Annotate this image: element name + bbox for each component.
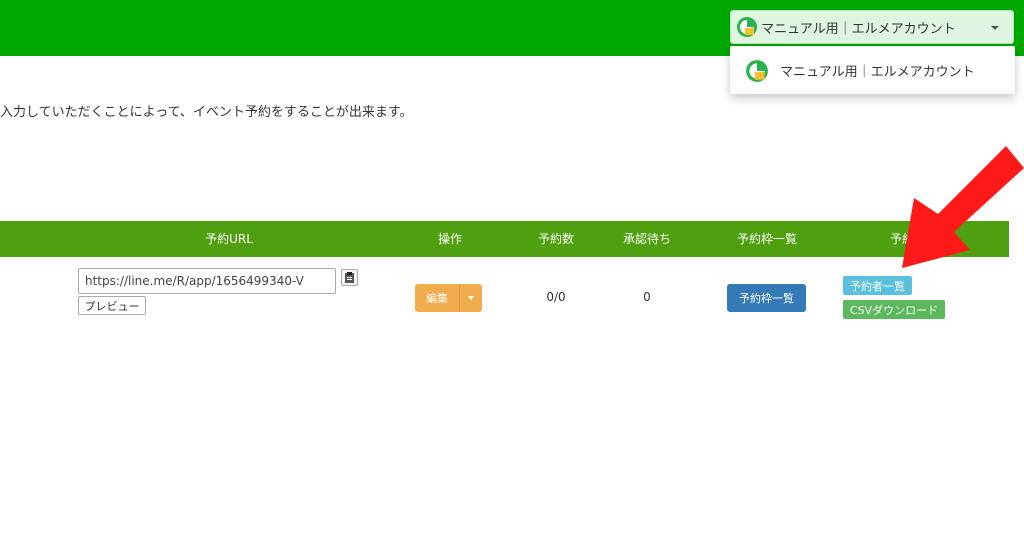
- column-header-actions: 操作: [437, 232, 463, 246]
- slot-list-button[interactable]: 予約枠一覧: [727, 284, 806, 312]
- pending-count: 0: [643, 290, 651, 304]
- reservers-list-button[interactable]: 予約者一覧: [843, 276, 912, 295]
- preview-button[interactable]: プレビュー: [78, 296, 146, 315]
- chevron-down-icon: [991, 26, 999, 30]
- edit-button-group: 編集: [415, 284, 482, 312]
- column-header-reservations: 予約数: [537, 232, 575, 246]
- edit-button[interactable]: 編集: [415, 284, 460, 312]
- copy-url-button[interactable]: [341, 269, 358, 286]
- reservation-url-input[interactable]: https://line.me/R/app/1656499340-V: [78, 268, 336, 294]
- brand-logo-icon: [746, 60, 768, 82]
- account-dropdown-item[interactable]: マニュアル用｜エルメアカウント: [730, 46, 1015, 94]
- reservation-count: 0/0: [546, 290, 566, 304]
- account-dropdown-menu: マニュアル用｜エルメアカウント: [730, 46, 1015, 94]
- account-dropdown-item-label: マニュアル用｜エルメアカウント: [780, 64, 975, 80]
- account-switcher-button[interactable]: マニュアル用｜エルメアカウント: [730, 10, 1014, 44]
- table-header: 予約URL 操作 予約数 承認待ち 予約枠一覧 予約: [0, 221, 1009, 257]
- csv-download-button[interactable]: CSVダウンロード: [843, 300, 945, 319]
- brand-logo-icon: [737, 17, 757, 37]
- page-description: 入力していただくことによって、イベント予約をすることが出来ます。: [0, 105, 413, 120]
- edit-dropdown-toggle[interactable]: [460, 284, 482, 312]
- account-switcher-label: マニュアル用｜エルメアカウント: [761, 21, 956, 37]
- clipboard-icon: [345, 272, 354, 283]
- column-header-pending: 承認待ち: [622, 232, 672, 246]
- column-header-url: 予約URL: [205, 232, 253, 246]
- column-header-slot-list: 予約枠一覧: [736, 232, 798, 246]
- column-header-reservers: 予約: [889, 232, 915, 246]
- chevron-down-icon: [468, 296, 474, 300]
